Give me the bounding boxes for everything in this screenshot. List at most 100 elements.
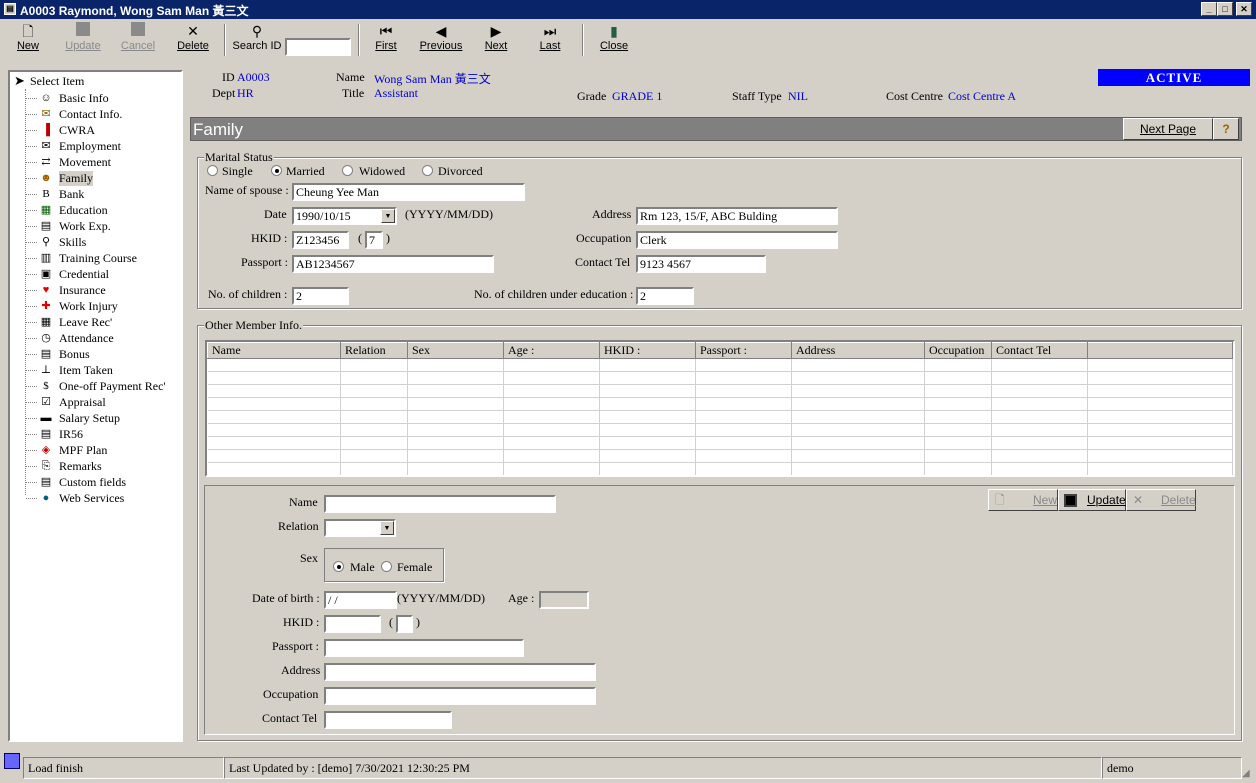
- close-window-button[interactable]: ✕: [1236, 2, 1252, 16]
- table-cell[interactable]: [991, 436, 1088, 450]
- table-cell[interactable]: [991, 462, 1088, 475]
- table-cell[interactable]: [695, 358, 792, 372]
- children-count-input[interactable]: 2: [292, 287, 349, 305]
- table-cell[interactable]: [599, 410, 696, 424]
- table-cell[interactable]: [791, 462, 925, 475]
- table-row[interactable]: [207, 462, 1233, 475]
- table-cell[interactable]: [791, 436, 925, 450]
- table-cell[interactable]: [695, 384, 792, 398]
- table-cell[interactable]: [924, 371, 992, 385]
- radio-female[interactable]: [381, 561, 392, 572]
- table-row[interactable]: [207, 436, 1233, 450]
- table-cell[interactable]: [340, 462, 408, 475]
- table-cell[interactable]: [924, 462, 992, 475]
- radio-widowed[interactable]: [342, 165, 353, 176]
- table-cell[interactable]: [991, 449, 1088, 463]
- table-cell[interactable]: [207, 410, 341, 424]
- table-cell[interactable]: [991, 423, 1088, 437]
- table-cell[interactable]: [207, 423, 341, 437]
- table-cell[interactable]: [340, 449, 408, 463]
- radio-single[interactable]: [207, 165, 218, 176]
- spouse-occupation-input[interactable]: Clerk: [636, 231, 838, 249]
- marriage-date-select[interactable]: 1990/10/15 ▼: [292, 207, 397, 225]
- table-cell[interactable]: [991, 371, 1088, 385]
- member-delete-button[interactable]: ✕ Delete: [1126, 489, 1196, 511]
- col-hkid[interactable]: HKID :: [599, 342, 696, 359]
- table-cell[interactable]: [991, 358, 1088, 372]
- table-cell[interactable]: [791, 371, 925, 385]
- minimize-button[interactable]: _: [1201, 2, 1217, 16]
- table-cell[interactable]: [503, 462, 600, 475]
- table-cell[interactable]: [599, 371, 696, 385]
- table-row[interactable]: [207, 423, 1233, 437]
- table-cell[interactable]: [924, 449, 992, 463]
- table-cell[interactable]: [407, 462, 504, 475]
- table-cell[interactable]: [924, 436, 992, 450]
- spouse-passport-input[interactable]: AB1234567: [292, 255, 494, 273]
- maximize-button[interactable]: □: [1217, 2, 1233, 16]
- table-cell[interactable]: [207, 462, 341, 475]
- table-row[interactable]: [207, 449, 1233, 463]
- table-cell[interactable]: [599, 462, 696, 475]
- table-cell[interactable]: [503, 410, 600, 424]
- col-contact[interactable]: Contact Tel: [991, 342, 1088, 359]
- table-cell[interactable]: [340, 397, 408, 411]
- previous-button[interactable]: ◀ Previous: [416, 22, 466, 58]
- table-cell[interactable]: [1087, 449, 1233, 463]
- table-cell[interactable]: [791, 384, 925, 398]
- table-cell[interactable]: [599, 449, 696, 463]
- table-cell[interactable]: [1087, 423, 1233, 437]
- member-hkid-check-input[interactable]: [396, 615, 413, 633]
- radio-male[interactable]: [333, 561, 344, 572]
- table-cell[interactable]: [791, 358, 925, 372]
- spouse-name-input[interactable]: Cheung Yee Man: [292, 183, 525, 201]
- table-cell[interactable]: [991, 397, 1088, 411]
- new-button[interactable]: 🗋 New: [10, 22, 46, 58]
- table-row[interactable]: [207, 410, 1233, 424]
- table-cell[interactable]: [924, 358, 992, 372]
- table-cell[interactable]: [407, 436, 504, 450]
- table-cell[interactable]: [695, 410, 792, 424]
- table-row[interactable]: [207, 397, 1233, 411]
- table-cell[interactable]: [599, 358, 696, 372]
- spouse-hkid-check-input[interactable]: 7: [365, 231, 383, 249]
- radio-married[interactable]: [271, 165, 282, 176]
- table-cell[interactable]: [924, 423, 992, 437]
- cancel-button[interactable]: Cancel: [116, 22, 160, 58]
- table-row[interactable]: [207, 358, 1233, 372]
- table-cell[interactable]: [503, 358, 600, 372]
- table-cell[interactable]: [991, 410, 1088, 424]
- table-cell[interactable]: [340, 436, 408, 450]
- member-hkid-input[interactable]: [324, 615, 381, 633]
- table-cell[interactable]: [991, 384, 1088, 398]
- help-button[interactable]: ?: [1213, 118, 1239, 140]
- table-cell[interactable]: [1087, 384, 1233, 398]
- next-page-button[interactable]: Next Page: [1123, 118, 1213, 140]
- table-cell[interactable]: [503, 423, 600, 437]
- last-button[interactable]: ⏭ Last: [532, 22, 568, 58]
- resize-grip-icon[interactable]: ◢: [1242, 768, 1254, 780]
- table-cell[interactable]: [340, 358, 408, 372]
- table-cell[interactable]: [340, 371, 408, 385]
- col-address[interactable]: Address: [791, 342, 925, 359]
- table-cell[interactable]: [207, 397, 341, 411]
- table-cell[interactable]: [695, 397, 792, 411]
- table-row[interactable]: [207, 371, 1233, 385]
- item-tree[interactable]: ➤ Select Item ☺ Basic Info ✉ Contact Info. ▐…: [8, 70, 183, 742]
- search-id-input[interactable]: [285, 38, 351, 56]
- table-cell[interactable]: [340, 410, 408, 424]
- member-new-button[interactable]: 🗋 New: [988, 489, 1058, 511]
- table-row[interactable]: [207, 384, 1233, 398]
- col-name[interactable]: Name: [207, 342, 341, 359]
- member-address-input[interactable]: [324, 663, 596, 681]
- next-button[interactable]: ▶ Next: [478, 22, 514, 58]
- table-cell[interactable]: [1087, 410, 1233, 424]
- member-name-input[interactable]: [324, 495, 556, 513]
- table-cell[interactable]: [207, 436, 341, 450]
- table-cell[interactable]: [407, 423, 504, 437]
- spouse-contact-input[interactable]: 9123 4567: [636, 255, 766, 273]
- table-cell[interactable]: [1087, 462, 1233, 475]
- table-cell[interactable]: [207, 358, 341, 372]
- table-cell[interactable]: [924, 384, 992, 398]
- col-sex[interactable]: Sex: [407, 342, 504, 359]
